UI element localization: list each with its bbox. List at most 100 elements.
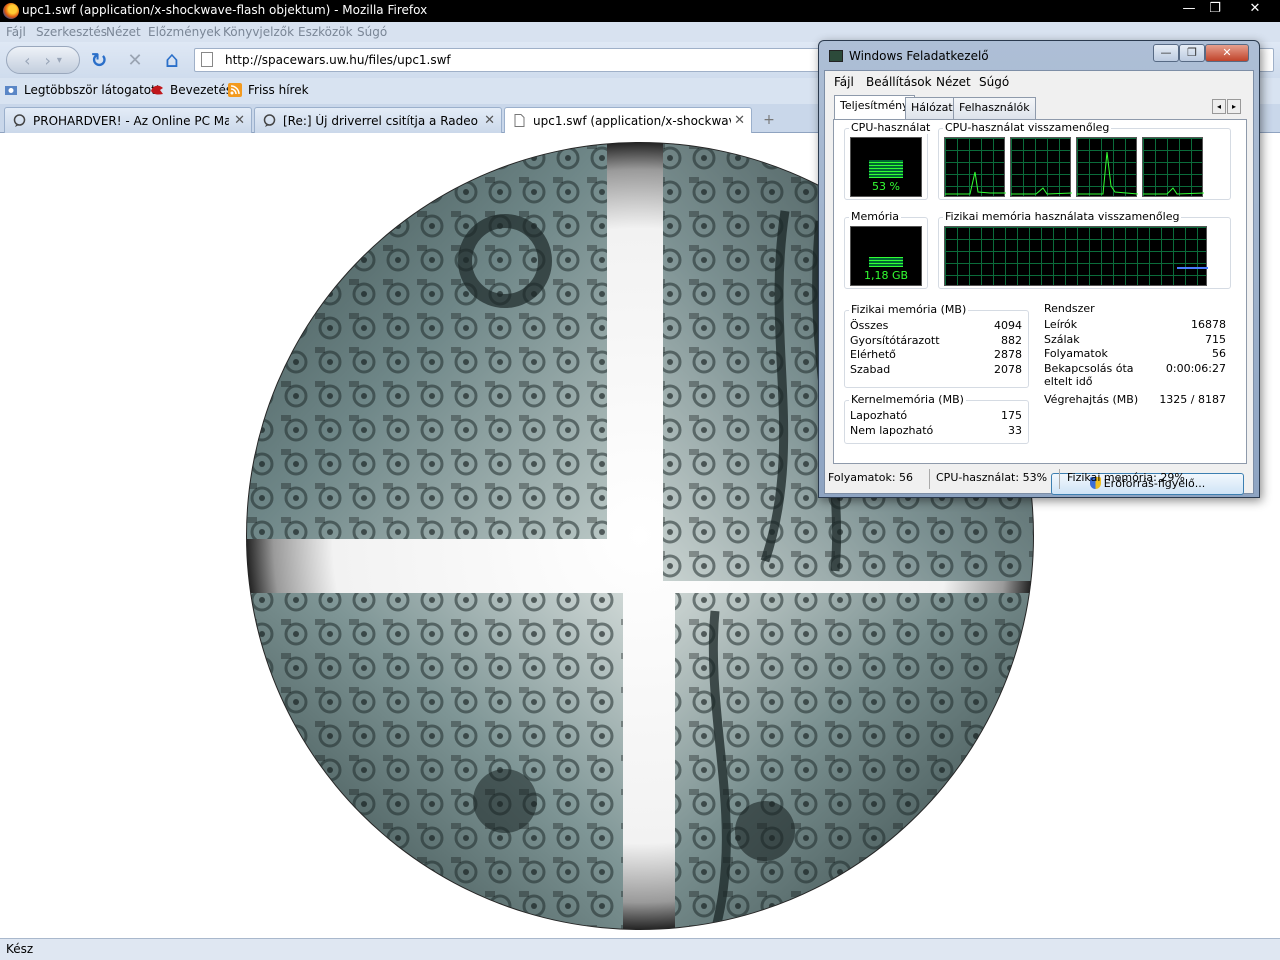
tm-menu-options[interactable]: Beállítások bbox=[866, 75, 932, 89]
memory-group: Memória 1,18 GB bbox=[844, 210, 928, 289]
menu-bookmarks[interactable]: Könyvjelzők bbox=[223, 25, 294, 39]
menu-history[interactable]: Előzmények bbox=[148, 25, 221, 39]
tm-minimize-button[interactable]: — bbox=[1153, 44, 1179, 62]
bookmark-most-visited[interactable]: Legtöbbször látogatott bbox=[4, 83, 161, 97]
task-manager-window[interactable]: Windows Feladatkezelő — ❐ ✕ Fájl Beállít… bbox=[818, 40, 1260, 498]
stat-label: Leírók bbox=[1044, 318, 1078, 331]
page-icon bbox=[201, 52, 213, 67]
stat-value: 882 bbox=[1001, 334, 1022, 347]
history-dropdown-icon[interactable]: ▾ bbox=[57, 55, 62, 66]
tm-tab-users[interactable]: Felhasználók bbox=[953, 97, 1036, 119]
stat-label: Összes bbox=[850, 319, 889, 332]
window-title: upc1.swf (application/x-shockwave-flash … bbox=[22, 3, 428, 17]
kernel-memory-group: Kernelmemória (MB) Lapozható 175 Nem lap… bbox=[844, 393, 1029, 444]
stat-value: 1325 / 8187 bbox=[1159, 393, 1226, 406]
memory-history-label: Fizikai memória használata visszamenőleg bbox=[943, 210, 1182, 223]
menu-bar: Fájl Szerkesztés Nézet Előzmények Könyvj… bbox=[0, 22, 1280, 42]
memory-history-graph bbox=[944, 226, 1208, 286]
stat-label: Gyorsítótárazott bbox=[850, 334, 940, 347]
cpu-core-graph bbox=[1076, 137, 1139, 197]
bookmark-folder-icon bbox=[5, 86, 17, 95]
back-icon[interactable]: ‹ bbox=[24, 51, 30, 70]
tab-label: upc1.swf (application/x-shockwav... bbox=[533, 114, 731, 128]
stat-value: 4094 bbox=[994, 319, 1022, 332]
tab-scroll-left-icon[interactable]: ◂ bbox=[1212, 99, 1226, 114]
tab-upc1-swf[interactable]: upc1.swf (application/x-shockwav... ✕ bbox=[504, 107, 752, 134]
new-tab-button[interactable]: + bbox=[758, 112, 780, 130]
red-bird-icon bbox=[151, 85, 163, 95]
tab-label: PROHARDVER! - Az Online PC Mag... bbox=[33, 114, 229, 128]
tab-close-icon[interactable]: ✕ bbox=[234, 113, 245, 128]
forward-icon[interactable]: › bbox=[44, 51, 50, 70]
bookmark-getting-started[interactable]: Bevezetés bbox=[150, 83, 232, 97]
cpu-core-graph bbox=[1010, 137, 1073, 197]
stat-value: 16878 bbox=[1191, 318, 1226, 331]
tab-close-icon[interactable]: ✕ bbox=[484, 113, 495, 128]
tm-status-processes: Folyamatok: 56 bbox=[828, 471, 914, 484]
bookmark-latest-headlines[interactable]: Friss hírek bbox=[228, 83, 309, 97]
tm-menu-file[interactable]: Fájl bbox=[834, 75, 854, 89]
tm-tab-network[interactable]: Hálózat bbox=[905, 97, 959, 119]
stat-label-continued: eltelt idő bbox=[1044, 375, 1093, 388]
tab-scroll-right-icon[interactable]: ▸ bbox=[1227, 99, 1241, 114]
menu-edit[interactable]: Szerkesztés bbox=[36, 25, 107, 39]
tab-close-icon[interactable]: ✕ bbox=[734, 113, 745, 128]
menu-tools[interactable]: Eszközök bbox=[298, 25, 353, 39]
cpu-meter-bars bbox=[869, 144, 903, 178]
menu-view[interactable]: Nézet bbox=[106, 25, 141, 39]
cpu-usage-label: CPU-használat bbox=[849, 121, 933, 134]
cpu-meter-value: 53 % bbox=[872, 180, 900, 193]
window-titlebar: upc1.swf (application/x-shockwave-flash … bbox=[0, 0, 1280, 22]
address-url[interactable]: http://spacewars.uw.hu/files/upc1.swf bbox=[225, 53, 451, 67]
status-separator bbox=[1059, 469, 1060, 489]
stat-value: 56 bbox=[1212, 347, 1226, 360]
tm-menu-view[interactable]: Nézet bbox=[936, 75, 971, 89]
status-separator bbox=[929, 469, 930, 489]
memory-meter-bars bbox=[869, 233, 903, 267]
task-manager-icon bbox=[829, 50, 843, 62]
stat-value: 715 bbox=[1205, 333, 1226, 346]
stop-icon[interactable]: ✕ bbox=[124, 49, 146, 71]
tm-status-memory: Fizikai memória: 29% bbox=[1067, 471, 1185, 484]
memory-history-group: Fizikai memória használata visszamenőleg bbox=[938, 210, 1231, 289]
tm-close-button[interactable]: ✕ bbox=[1205, 44, 1249, 62]
stat-label: Folyamatok bbox=[1044, 347, 1108, 360]
physical-memory-group: Fizikai memória (MB) Összes 4094 Gyorsít… bbox=[844, 303, 1029, 388]
menu-file[interactable]: Fájl bbox=[6, 25, 26, 39]
menu-help[interactable]: Súgó bbox=[357, 25, 387, 39]
blank-page-icon bbox=[514, 114, 525, 127]
tm-tab-performance[interactable]: Teljesítmény bbox=[834, 95, 915, 120]
close-button[interactable]: ✕ bbox=[1242, 0, 1268, 20]
back-forward-buttons[interactable]: ‹ › ▾ bbox=[6, 46, 80, 74]
stat-label: Nem lapozható bbox=[850, 424, 934, 437]
home-icon[interactable]: ⌂ bbox=[160, 48, 184, 73]
bookmark-label: Bevezetés bbox=[170, 83, 233, 97]
firefox-logo-icon bbox=[3, 3, 19, 19]
tm-maximize-button[interactable]: ❐ bbox=[1179, 44, 1205, 62]
tm-menu-help[interactable]: Súgó bbox=[979, 75, 1009, 89]
cpu-meter: 53 % bbox=[850, 137, 922, 197]
status-bar: Kész bbox=[0, 938, 1280, 960]
system-group: Rendszer Leírók 16878 Szálak 715 Folyama… bbox=[1040, 302, 1233, 458]
speech-bubble-icon bbox=[13, 114, 26, 127]
maximize-button[interactable]: ❐ bbox=[1202, 0, 1228, 20]
cpu-core-graph bbox=[1142, 137, 1205, 197]
bookmark-label: Legtöbbször látogatott bbox=[24, 83, 161, 97]
stat-label: Szálak bbox=[1044, 333, 1080, 346]
tab-prohardver[interactable]: PROHARDVER! - Az Online PC Mag... ✕ bbox=[4, 107, 252, 133]
cpu-history-group: CPU-használat visszamenőleg bbox=[938, 121, 1231, 200]
stat-value: 2078 bbox=[994, 363, 1022, 376]
system-label: Rendszer bbox=[1042, 302, 1097, 315]
stat-value: 175 bbox=[1001, 409, 1022, 422]
bookmark-label: Friss hírek bbox=[248, 83, 309, 97]
stat-value: 33 bbox=[1008, 424, 1022, 437]
minimize-button[interactable]: — bbox=[1176, 0, 1202, 20]
stat-label: Lapozható bbox=[850, 409, 908, 422]
rss-feed-icon bbox=[228, 83, 242, 97]
tm-status-cpu: CPU-használat: 53% bbox=[936, 471, 1048, 484]
stat-label: Szabad bbox=[850, 363, 891, 376]
reload-icon[interactable]: ↻ bbox=[88, 48, 110, 72]
tab-radeon-forum[interactable]: [Re:] Új driverrel csitítja a Radeon-hi.… bbox=[254, 107, 502, 133]
cpu-core-graph bbox=[944, 137, 1006, 197]
stat-label: Végrehajtás (MB) bbox=[1044, 393, 1139, 406]
